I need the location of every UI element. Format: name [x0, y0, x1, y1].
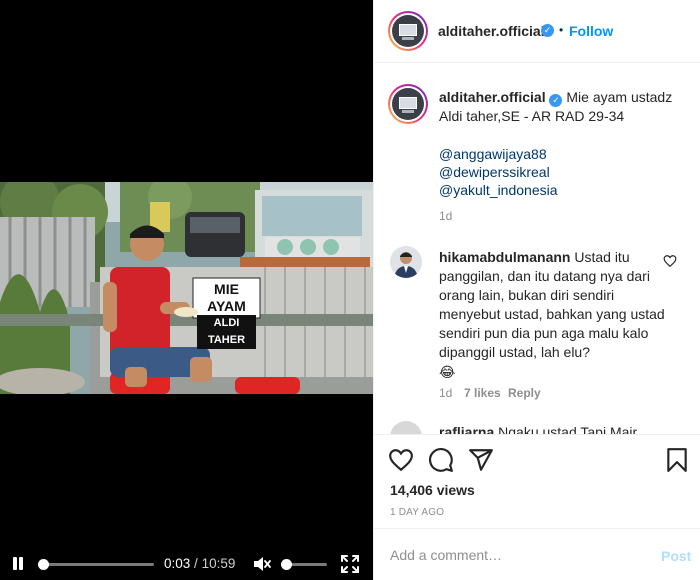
volume-muted-icon[interactable] — [252, 554, 272, 574]
reply-button[interactable]: Reply — [508, 386, 541, 400]
bullet-separator: • — [559, 23, 564, 37]
post-panel: alditaher.official ✓ • Follow alditaher.… — [373, 0, 700, 580]
verified-icon: ✓ — [549, 94, 563, 107]
share-icon[interactable] — [468, 447, 494, 473]
comment-avatar[interactable] — [390, 246, 422, 278]
video-frame[interactable]: MIE AYAM ALDI TAHER — [0, 182, 373, 394]
mention-link[interactable]: @anggawijaya88 — [439, 145, 689, 163]
fullscreen-icon[interactable] — [340, 554, 360, 574]
pause-icon[interactable] — [8, 554, 28, 574]
follow-button[interactable]: Follow — [569, 23, 613, 39]
mention-link[interactable]: @dewiperssikreal — [439, 163, 689, 181]
avatar[interactable] — [388, 11, 428, 51]
time-separator: / — [194, 556, 198, 571]
comment-text: Ngaku ustad Tapi Mair — [498, 424, 638, 434]
caption-time[interactable]: 1d — [439, 209, 452, 223]
verified-icon: ✓ — [541, 24, 554, 37]
progress-knob[interactable] — [37, 559, 49, 570]
header-username[interactable]: alditaher.official — [438, 23, 545, 39]
comments-list[interactable]: alditaher.official ✓ Mie ayam ustadz Ald… — [374, 64, 700, 434]
caption-avatar[interactable] — [388, 84, 428, 124]
caption-username[interactable]: alditaher.official — [439, 89, 546, 105]
caption: alditaher.official ✓ Mie ayam ustadz Ald… — [439, 88, 689, 199]
comment-icon[interactable] — [428, 447, 454, 473]
video-player[interactable]: MIE AYAM ALDI TAHER 0:03 / 10:59 — [0, 0, 373, 580]
comment-input[interactable] — [390, 547, 640, 563]
progress-bar[interactable] — [37, 559, 154, 570]
volume-slider[interactable] — [280, 559, 327, 570]
view-count[interactable]: 14,406 views — [390, 482, 475, 498]
time-readout: 0:03 / 10:59 — [164, 556, 235, 571]
duration: 10:59 — [201, 556, 236, 571]
current-time: 0:03 — [164, 556, 191, 571]
comment-avatar[interactable] — [390, 421, 422, 434]
mention-link[interactable]: @yakult_indonesia — [439, 181, 689, 199]
like-comment-icon[interactable] — [663, 254, 677, 268]
post-header: alditaher.official ✓ • Follow — [374, 0, 700, 63]
add-comment-bar: Post — [374, 528, 700, 580]
emoji: 😂 — [439, 364, 456, 380]
volume-knob[interactable] — [280, 559, 292, 570]
comment-body: hikamabdulmanann Ustad itu panggilan, da… — [439, 248, 667, 382]
comment-body: rafliarna Ngaku ustad Tapi Mair — [439, 423, 667, 434]
post-actions: 14,406 views 1 DAY AGO — [374, 434, 700, 526]
sign-text-line1: MIE AYAM — [207, 281, 246, 314]
video-controls: 0:03 / 10:59 — [0, 548, 373, 580]
sign-text-line2: ALDI TAHER — [197, 315, 256, 349]
post-button[interactable]: Post — [661, 548, 691, 564]
comment-likes[interactable]: 7 likes — [464, 386, 501, 400]
heart-icon[interactable] — [388, 447, 414, 473]
comment-time[interactable]: 1d — [439, 386, 452, 400]
comment-text: Ustad itu panggilan, dan itu datang nya … — [439, 249, 665, 360]
comment-username[interactable]: rafliarna — [439, 424, 494, 434]
comment-username[interactable]: hikamabdulmanann — [439, 249, 570, 265]
post-date[interactable]: 1 DAY AGO — [390, 507, 444, 518]
bookmark-icon[interactable] — [664, 447, 690, 473]
